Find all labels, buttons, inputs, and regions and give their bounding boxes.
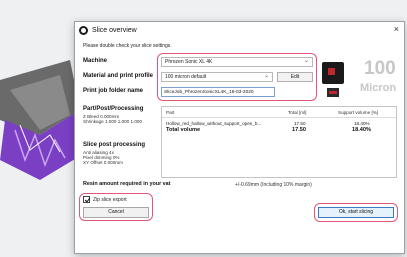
printer-small-icon (327, 88, 339, 97)
highlight-settings (157, 53, 317, 101)
table-header-divider (162, 117, 396, 118)
dialog-titlebar: Slice overview × (75, 22, 404, 38)
total-volume-value: 17.50 (292, 127, 306, 133)
resin-amount-value: +/-0.69mm (Including 10% margin) (235, 182, 312, 188)
layer-height-unit: Micron (360, 82, 397, 94)
resin-amount-label: Resin amount required in your vat (83, 181, 171, 187)
dialog-title: Slice overview (92, 26, 137, 34)
slice-post-title: Slice post processing (83, 142, 146, 148)
layer-height-number: 100 (364, 58, 396, 79)
table-header-support: Support volume [%] (338, 110, 379, 115)
highlight-zip-cancel (79, 193, 153, 221)
total-support-value: 18.40% (352, 127, 371, 133)
part-processing-title: Part/Post/Processing (83, 106, 144, 112)
app-logo-icon (79, 25, 88, 35)
machine-label: Machine (83, 58, 108, 64)
printer-icon (322, 62, 344, 84)
total-volume-label: Total volume (166, 127, 201, 133)
profile-label: Material and print profile (83, 73, 154, 79)
table-row-part: Hollow_red_hallow_without_support_open_b… (166, 121, 262, 126)
table-row-support: 18.40% (354, 121, 370, 126)
part-processing-line: Shrinkage 1.000 1.000 1.000 (83, 119, 143, 124)
close-icon[interactable]: × (394, 24, 399, 34)
parts-table: Part Total [ml] Support volume [%] Hollo… (161, 106, 397, 178)
dialog-subtitle: Please double check your slice settings. (83, 43, 172, 49)
slice-overview-dialog: Slice overview × Please double check you… (74, 21, 405, 254)
table-header-total: Total [ml] (288, 110, 307, 115)
slice-post-line: XY Offset 0.000mm (83, 160, 123, 165)
folder-label: Print job folder name (83, 88, 144, 94)
highlight-ok (314, 203, 398, 222)
table-header-part: Part (166, 110, 175, 115)
table-row-total: 17.50 (294, 121, 306, 126)
